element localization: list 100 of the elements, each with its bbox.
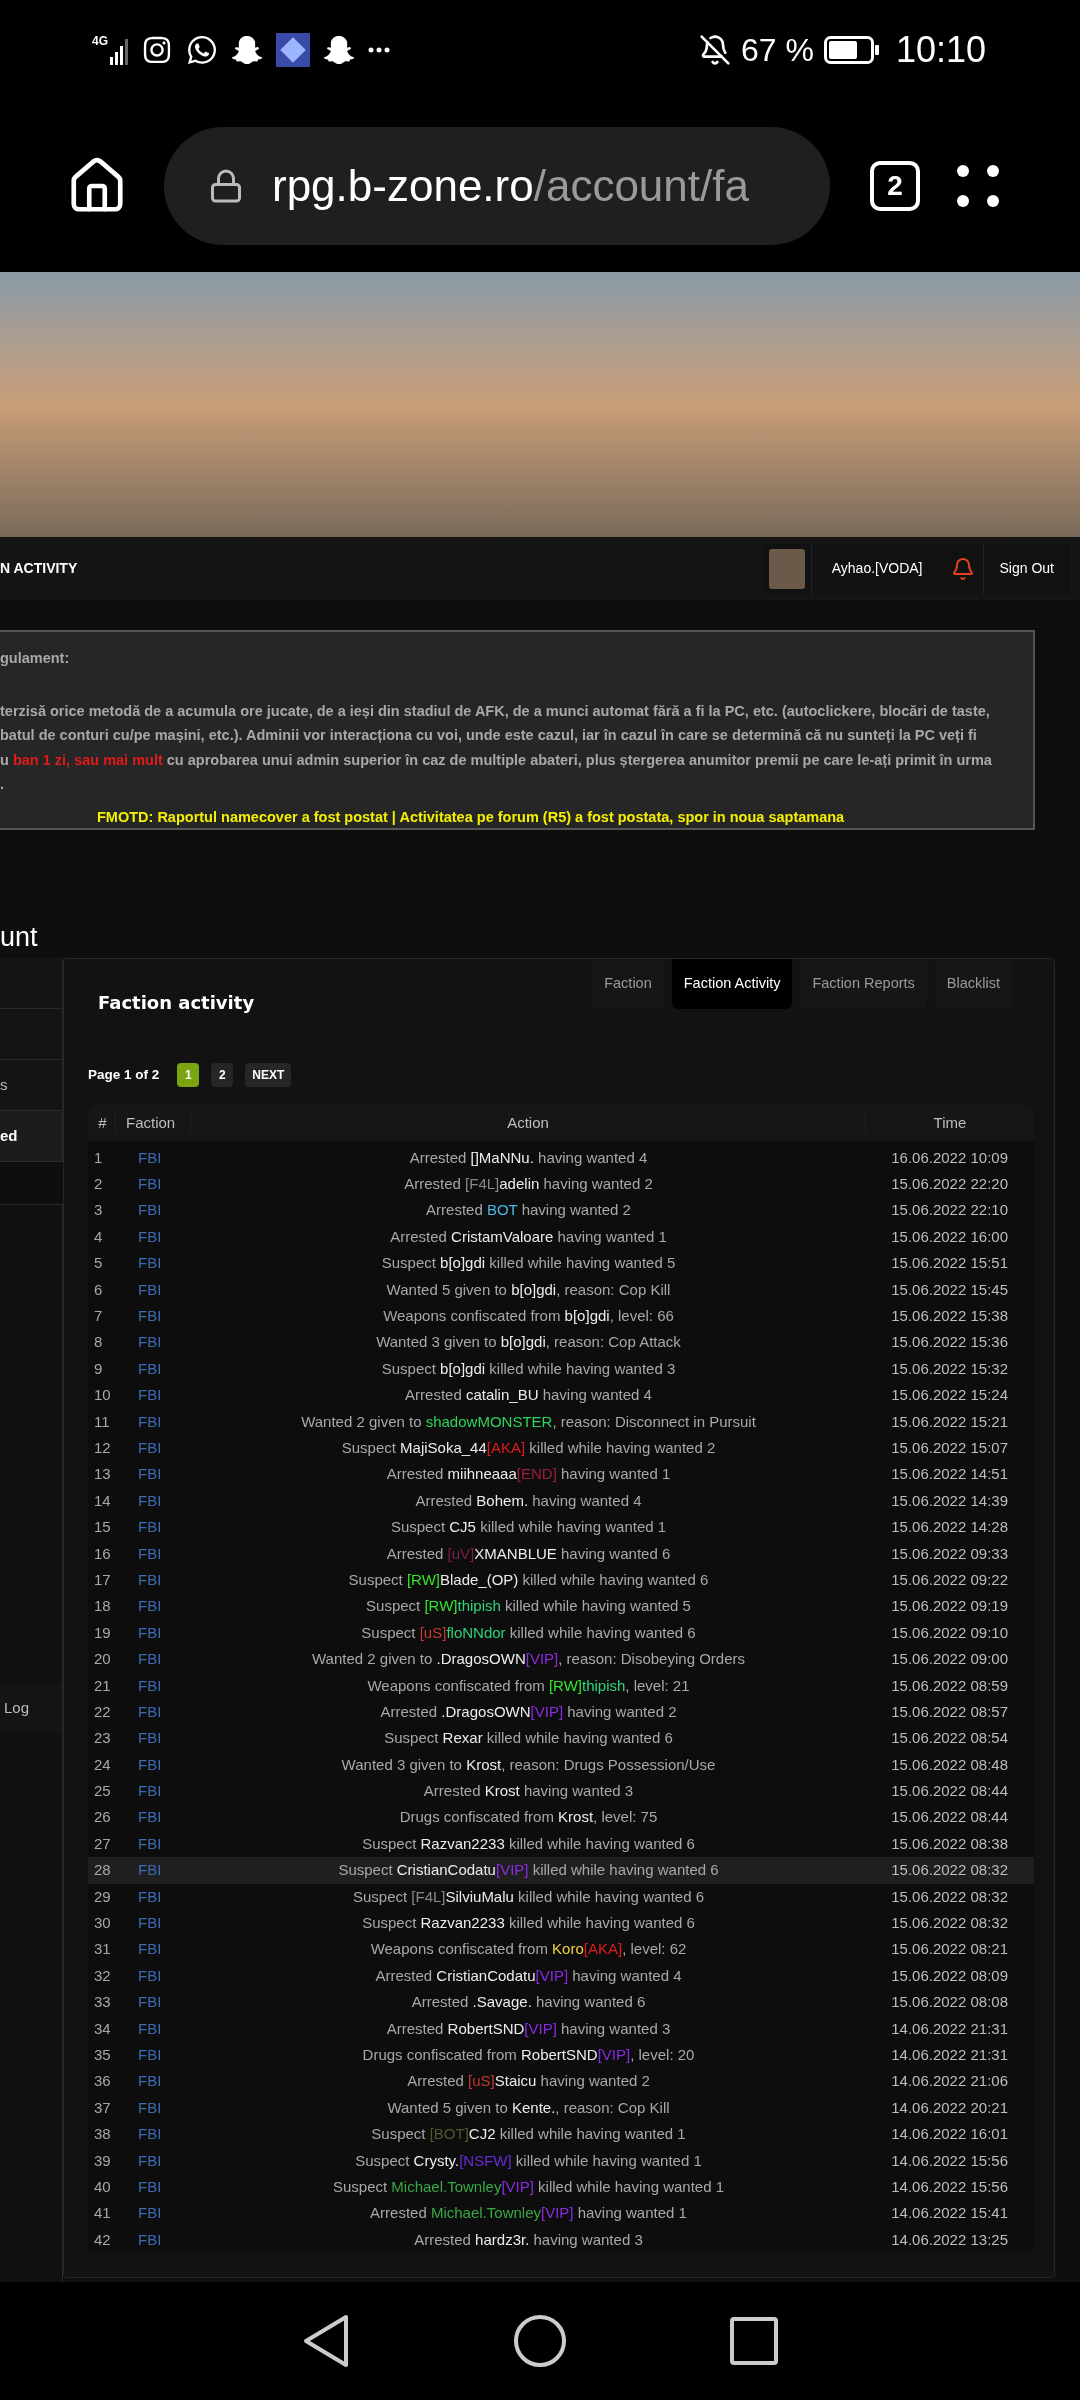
faction-link[interactable]: FBI xyxy=(116,1780,191,1803)
faction-link[interactable]: FBI xyxy=(116,1463,191,1486)
time-text: 15.06.2022 08:38 xyxy=(890,1833,1009,1854)
action-text: Suspect Razvan2233 killed while having wanted 6 xyxy=(361,1913,696,1933)
time-text: 14.06.2022 15:56 xyxy=(890,2176,1009,2197)
home-circle-icon[interactable] xyxy=(513,2314,567,2368)
sidebar-item[interactable]: ed xyxy=(0,1110,62,1162)
action-text: Arrested miihneaaa[END] having wanted 1 xyxy=(385,1464,672,1485)
faction-link[interactable]: FBI xyxy=(116,1885,191,1909)
faction-link[interactable]: FBI xyxy=(116,1964,191,1988)
faction-link[interactable]: FBI xyxy=(116,1305,191,1328)
action-text: Suspect Razvan2233 killed while having wanted 6 xyxy=(361,1833,696,1854)
row-number: 3 xyxy=(93,1200,104,1221)
faction-link[interactable]: FBI xyxy=(116,2123,191,2146)
tab[interactable]: Faction xyxy=(592,958,664,1009)
faction-link[interactable]: FBI xyxy=(116,2228,191,2252)
battery-icon xyxy=(823,36,880,64)
bell-off-icon xyxy=(698,34,731,66)
faction-link[interactable]: FBI xyxy=(116,1278,191,1302)
faction-link[interactable]: FBI xyxy=(116,1832,191,1856)
action-text: Arrested .DragosOWN[VIP] having wanted 2 xyxy=(379,1701,678,1722)
action-text: Wanted 5 given to b[o]gdi, reason: Cop Kill xyxy=(385,1279,672,1300)
tab[interactable]: Faction Reports xyxy=(800,958,927,1009)
row-number: 31 xyxy=(93,1939,112,1960)
row-number: 42 xyxy=(93,2229,112,2250)
next-button[interactable]: NEXT xyxy=(245,1062,292,1087)
faction-link[interactable]: FBI xyxy=(116,2043,191,2067)
ghost-icon xyxy=(324,35,354,65)
menu-icon[interactable] xyxy=(956,164,1000,208)
faction-link[interactable]: FBI xyxy=(116,1384,191,1407)
faction-link[interactable]: FBI xyxy=(116,1252,191,1275)
faction-link[interactable]: FBI xyxy=(116,1859,191,1882)
faction-link[interactable]: FBI xyxy=(116,2175,191,2199)
faction-link[interactable]: FBI xyxy=(116,1648,191,1671)
action-text: Suspect [RW]Blade_(OP) killed while having wanted 6 xyxy=(347,1569,710,1590)
action-text: Suspect [BOT]CJ2 killed while having wanted 1 xyxy=(370,2124,687,2145)
time-text: 15.06.2022 08:21 xyxy=(890,1939,1009,1960)
faction-link[interactable]: FBI xyxy=(116,1173,191,1196)
page-button[interactable]: 2 xyxy=(211,1062,234,1087)
sign-out-link[interactable]: Sign Out xyxy=(982,543,1070,594)
notification-icon[interactable] xyxy=(950,556,975,581)
faction-link[interactable]: FBI xyxy=(116,2202,191,2225)
action-text: Arrested Michael.Townley[VIP] having wanted 1 xyxy=(369,2203,688,2224)
action-text: Suspect [RW]thipish killed while having wanted 5 xyxy=(365,1596,692,1617)
faction-link[interactable]: FBI xyxy=(116,1331,191,1354)
tab[interactable]: Faction Activity xyxy=(671,958,793,1009)
faction-link[interactable]: FBI xyxy=(116,2017,191,2041)
more-icon xyxy=(368,47,390,53)
action-text: Arrested []MaNNu. having wanted 4 xyxy=(408,1147,649,1168)
action-text: Suspect MajiSoka_44[AKA] killed while having wanted 2 xyxy=(340,1438,717,1458)
page-button[interactable]: 1 xyxy=(177,1062,200,1087)
tab-count-button[interactable]: 2 xyxy=(870,161,920,211)
faction-link[interactable]: FBI xyxy=(116,1410,191,1434)
faction-link[interactable]: FBI xyxy=(116,1199,191,1222)
time-text: 15.06.2022 14:51 xyxy=(890,1464,1009,1485)
time-text: 15.06.2022 08:59 xyxy=(890,1675,1009,1696)
faction-link[interactable]: FBI xyxy=(116,1621,191,1645)
column-header: Faction xyxy=(116,1111,191,1134)
faction-link[interactable]: FBI xyxy=(116,1674,191,1697)
faction-link[interactable]: FBI xyxy=(116,1912,191,1935)
username-link[interactable]: Ayhao.[VODA] xyxy=(810,543,943,594)
time-text: 15.06.2022 09:10 xyxy=(890,1622,1009,1643)
faction-link[interactable]: FBI xyxy=(116,2070,191,2093)
time-text: 15.06.2022 09:00 xyxy=(890,1649,1009,1670)
faction-link[interactable]: FBI xyxy=(116,2149,191,2173)
nav-link[interactable]: N ACTIVITY xyxy=(0,558,78,579)
back-icon[interactable] xyxy=(301,2314,350,2368)
sidebar-item[interactable]: Log xyxy=(0,1682,62,1734)
rules-text: batul de conturi cu/pe mașini, etc.). Adminii vor interacționa cu voi, unde este cazul, iar în cazul în care se determină că nu sunteți la PC veți fi xyxy=(0,726,978,745)
faction-link[interactable]: FBI xyxy=(116,1489,191,1513)
faction-link[interactable]: FBI xyxy=(116,1542,191,1566)
time-text: 15.06.2022 15:36 xyxy=(890,1332,1009,1353)
action-text: Suspect [uS]floNNdor killed while having wanted 6 xyxy=(360,1622,697,1643)
faction-link[interactable]: FBI xyxy=(116,1516,191,1539)
faction-link[interactable]: FBI xyxy=(116,1146,191,1170)
time-text: 15.06.2022 15:07 xyxy=(890,1438,1009,1458)
faction-link[interactable]: FBI xyxy=(116,1806,191,1829)
page-indicator: Page 1 of 2 xyxy=(88,1065,160,1084)
row-number: 19 xyxy=(93,1622,112,1643)
faction-link[interactable]: FBI xyxy=(116,1437,191,1460)
action-text: Arrested Krost having wanted 3 xyxy=(422,1781,635,1802)
faction-link[interactable]: FBI xyxy=(116,2096,191,2120)
faction-link[interactable]: FBI xyxy=(116,1727,191,1750)
row-number: 33 xyxy=(93,1992,112,2013)
faction-link[interactable]: FBI xyxy=(116,1225,191,1249)
faction-link[interactable]: FBI xyxy=(116,1595,191,1618)
row-number: 36 xyxy=(93,2071,112,2092)
instagram-icon xyxy=(142,35,172,65)
address-bar[interactable]: rpg.b-zone.ro/account/fa xyxy=(164,127,830,245)
faction-link[interactable]: FBI xyxy=(116,1991,191,2014)
faction-link[interactable]: FBI xyxy=(116,1938,191,1961)
recents-icon[interactable] xyxy=(730,2317,779,2365)
faction-link[interactable]: FBI xyxy=(116,1357,191,1381)
faction-link[interactable]: FBI xyxy=(116,1568,191,1592)
faction-link[interactable]: FBI xyxy=(116,1753,191,1777)
faction-link[interactable]: FBI xyxy=(116,1700,191,1724)
action-text: Wanted 5 given to Kente., reason: Cop Kill xyxy=(386,2097,671,2118)
row-number: 9 xyxy=(93,1358,104,1379)
tab[interactable]: Blacklist xyxy=(934,958,1012,1009)
row-number: 11 xyxy=(93,1411,111,1432)
